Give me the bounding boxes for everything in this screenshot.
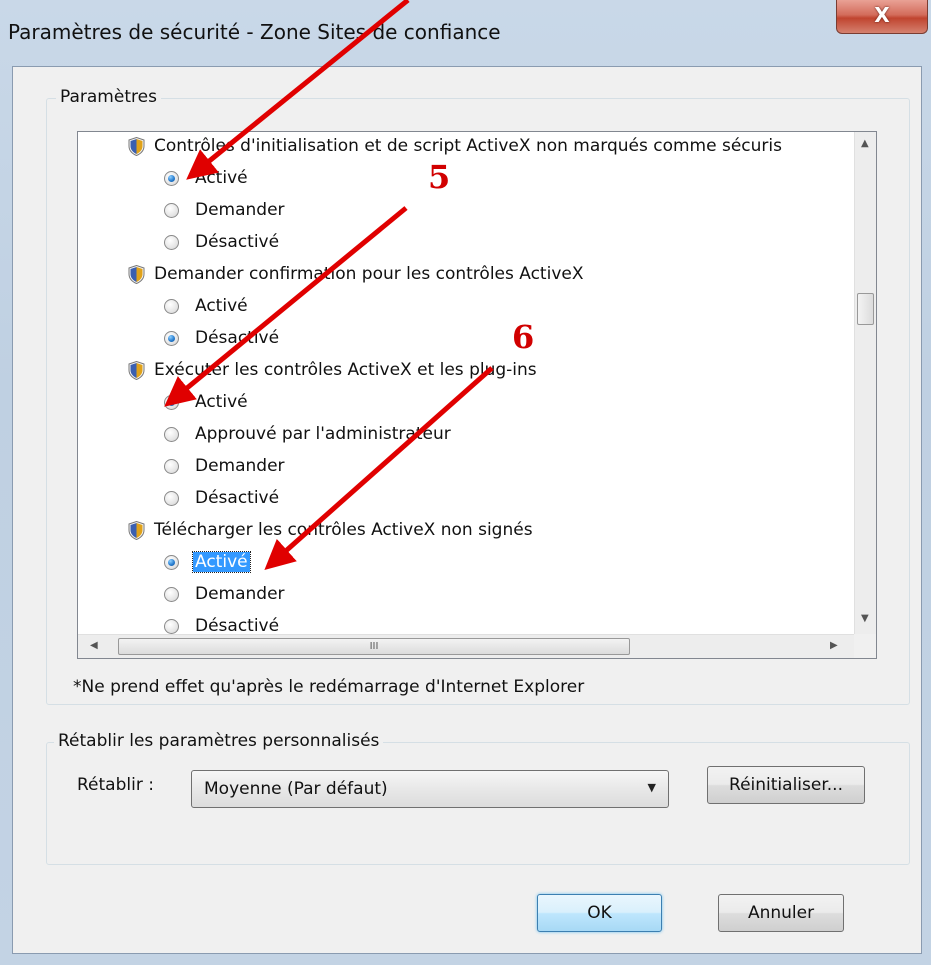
radio-button[interactable] (164, 426, 179, 442)
radio-button[interactable] (164, 586, 179, 602)
setting-header-label: Demander confirmation pour les contrôles… (154, 264, 584, 284)
option-label: Approuvé par l'administrateur (195, 424, 451, 444)
radio-button[interactable] (164, 458, 179, 474)
reset-button[interactable]: Réinitialiser... (707, 766, 865, 804)
radio-option[interactable]: Demander (164, 450, 285, 482)
scroll-left-icon[interactable]: ◀ (90, 640, 98, 651)
title-bar[interactable]: Paramètres de sécurité - Zone Sites de c… (0, 0, 931, 66)
setting-header-label: Contrôles d'initialisation et de script … (154, 136, 782, 156)
settings-group-label: Paramètres (56, 87, 161, 107)
radio-option[interactable]: Désactivé (164, 610, 279, 634)
radio-button[interactable] (164, 554, 179, 570)
scrollbar-corner (854, 634, 876, 658)
settings-tree[interactable]: Contrôles d'initialisation et de script … (77, 131, 877, 659)
ok-button[interactable]: OK (537, 894, 662, 932)
reset-level-select[interactable]: Moyenne (Par défaut) ▼ (191, 770, 669, 808)
option-label: Demander (195, 200, 285, 220)
reset-label: Rétablir : (77, 775, 154, 795)
radio-option[interactable]: Demander (164, 578, 285, 610)
setting-header: Demander confirmation pour les contrôles… (128, 258, 584, 290)
radio-option[interactable]: Demander (164, 194, 285, 226)
option-label: Désactivé (195, 488, 280, 508)
radio-button[interactable] (164, 202, 179, 218)
radio-option[interactable]: Activé (164, 162, 248, 194)
radio-option[interactable]: Désactivé (164, 482, 279, 514)
settings-list: Contrôles d'initialisation et de script … (78, 132, 854, 634)
radio-option[interactable]: Approuvé par l'administrateur (164, 418, 451, 450)
radio-button[interactable] (164, 170, 179, 186)
option-label-selected: Activé (192, 551, 251, 573)
option-label: Activé (195, 392, 248, 412)
annotation-marker-5: 5 (428, 158, 451, 196)
radio-option[interactable]: Désactivé (164, 322, 279, 354)
scroll-right-icon[interactable]: ▶ (830, 640, 838, 651)
radio-button[interactable] (164, 298, 179, 314)
annotation-marker-6: 6 (512, 318, 535, 356)
dialog-body: Paramètres Contrôles d'initialisation et… (12, 66, 922, 954)
radio-button[interactable] (164, 618, 179, 634)
vertical-scroll-thumb[interactable] (857, 293, 874, 325)
radio-option[interactable]: Activé (164, 546, 251, 578)
setting-header-label: Exécuter les contrôles ActiveX et les pl… (154, 360, 537, 380)
security-settings-dialog: Paramètres de sécurité - Zone Sites de c… (0, 0, 931, 965)
close-icon: X (874, 3, 890, 27)
setting-header: Télécharger les contrôles ActiveX non si… (128, 514, 533, 546)
radio-option[interactable]: Désactivé (164, 226, 279, 258)
reset-level-value: Moyenne (Par défaut) (204, 779, 388, 799)
radio-option[interactable]: Activé (164, 386, 248, 418)
scroll-up-icon[interactable]: ▲ (861, 138, 869, 149)
setting-header-label: Télécharger les contrôles ActiveX non si… (154, 520, 533, 540)
reset-group-label: Rétablir les paramètres personnalisés (54, 731, 384, 751)
scroll-down-icon[interactable]: ▼ (861, 613, 869, 624)
shield-icon (128, 136, 145, 156)
radio-option[interactable]: Activé (164, 290, 248, 322)
option-label: Activé (195, 168, 248, 188)
shield-icon (128, 264, 145, 284)
chevron-down-icon: ▼ (647, 781, 656, 794)
cancel-button[interactable]: Annuler (718, 894, 844, 932)
radio-button[interactable] (164, 234, 179, 250)
vertical-scrollbar[interactable]: ▲ ▼ (854, 132, 876, 634)
setting-header: Contrôles d'initialisation et de script … (128, 132, 782, 162)
radio-button[interactable] (164, 330, 179, 346)
option-label: Activé (195, 296, 248, 316)
radio-button[interactable] (164, 490, 179, 506)
shield-icon (128, 520, 145, 540)
horizontal-scroll-thumb[interactable]: III (118, 638, 630, 655)
option-label: Demander (195, 456, 285, 476)
option-label: Désactivé (195, 616, 280, 634)
option-label: Désactivé (195, 328, 280, 348)
option-label: Demander (195, 584, 285, 604)
window-title: Paramètres de sécurité - Zone Sites de c… (8, 20, 501, 44)
setting-header: Exécuter les contrôles ActiveX et les pl… (128, 354, 537, 386)
close-button[interactable]: X (836, 0, 928, 34)
restart-note: *Ne prend effet qu'après le redémarrage … (73, 677, 585, 697)
horizontal-scrollbar[interactable]: ◀ III ▶ (78, 634, 854, 658)
shield-icon (128, 360, 145, 380)
radio-button[interactable] (164, 394, 179, 410)
option-label: Désactivé (195, 232, 280, 252)
